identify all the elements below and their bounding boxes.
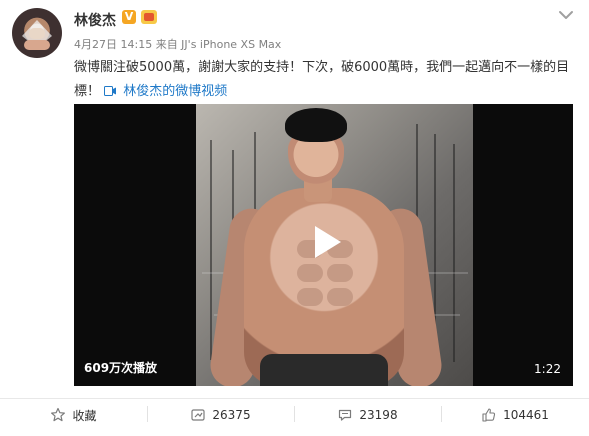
video-duration: 1:22: [534, 362, 561, 376]
favorite-button[interactable]: 收藏: [0, 404, 147, 426]
video-link[interactable]: 林俊杰的微博视频: [104, 84, 227, 99]
avatar[interactable]: [12, 8, 62, 58]
verified-badge: V: [122, 10, 136, 24]
repost-icon: [191, 409, 206, 421]
footer-divider: [0, 398, 589, 399]
favorite-label: 收藏: [72, 408, 97, 423]
view-count: 609万次播放: [84, 361, 158, 375]
chevron-down-icon[interactable]: [557, 8, 575, 22]
avatar-image: [22, 20, 52, 50]
post-meta: 4月27日 14:15 来自 JJ's iPhone XS Max: [74, 38, 282, 51]
member-badge-icon: [141, 10, 157, 24]
weibo-post-card: 林俊杰 V 4月27日 14:15 来自 JJ's iPhone XS Max …: [0, 0, 589, 436]
video-link-icon: [104, 86, 117, 96]
star-icon: [51, 407, 66, 422]
user-name[interactable]: 林俊杰: [74, 10, 116, 30]
like-count: 104461: [503, 408, 549, 422]
video-link-label: 林俊杰的微博视频: [123, 84, 228, 99]
repost-count: 26375: [212, 408, 251, 422]
person-hair: [285, 108, 347, 142]
play-icon[interactable]: [303, 220, 347, 264]
comment-count: 23198: [359, 408, 398, 422]
person-shorts: [260, 354, 388, 386]
video-player[interactable]: 609万次播放 1:22: [74, 104, 573, 386]
comment-button[interactable]: 23198: [294, 404, 441, 426]
comment-icon: [339, 409, 352, 421]
thumbs-up-icon: [482, 408, 496, 422]
repost-button[interactable]: 26375: [147, 404, 294, 426]
post-text: 微博關注破5000萬，謝謝大家的支持！下次，破6000萬時，我們一起邁向不一樣的…: [74, 56, 580, 104]
like-button[interactable]: 104461: [441, 404, 589, 426]
